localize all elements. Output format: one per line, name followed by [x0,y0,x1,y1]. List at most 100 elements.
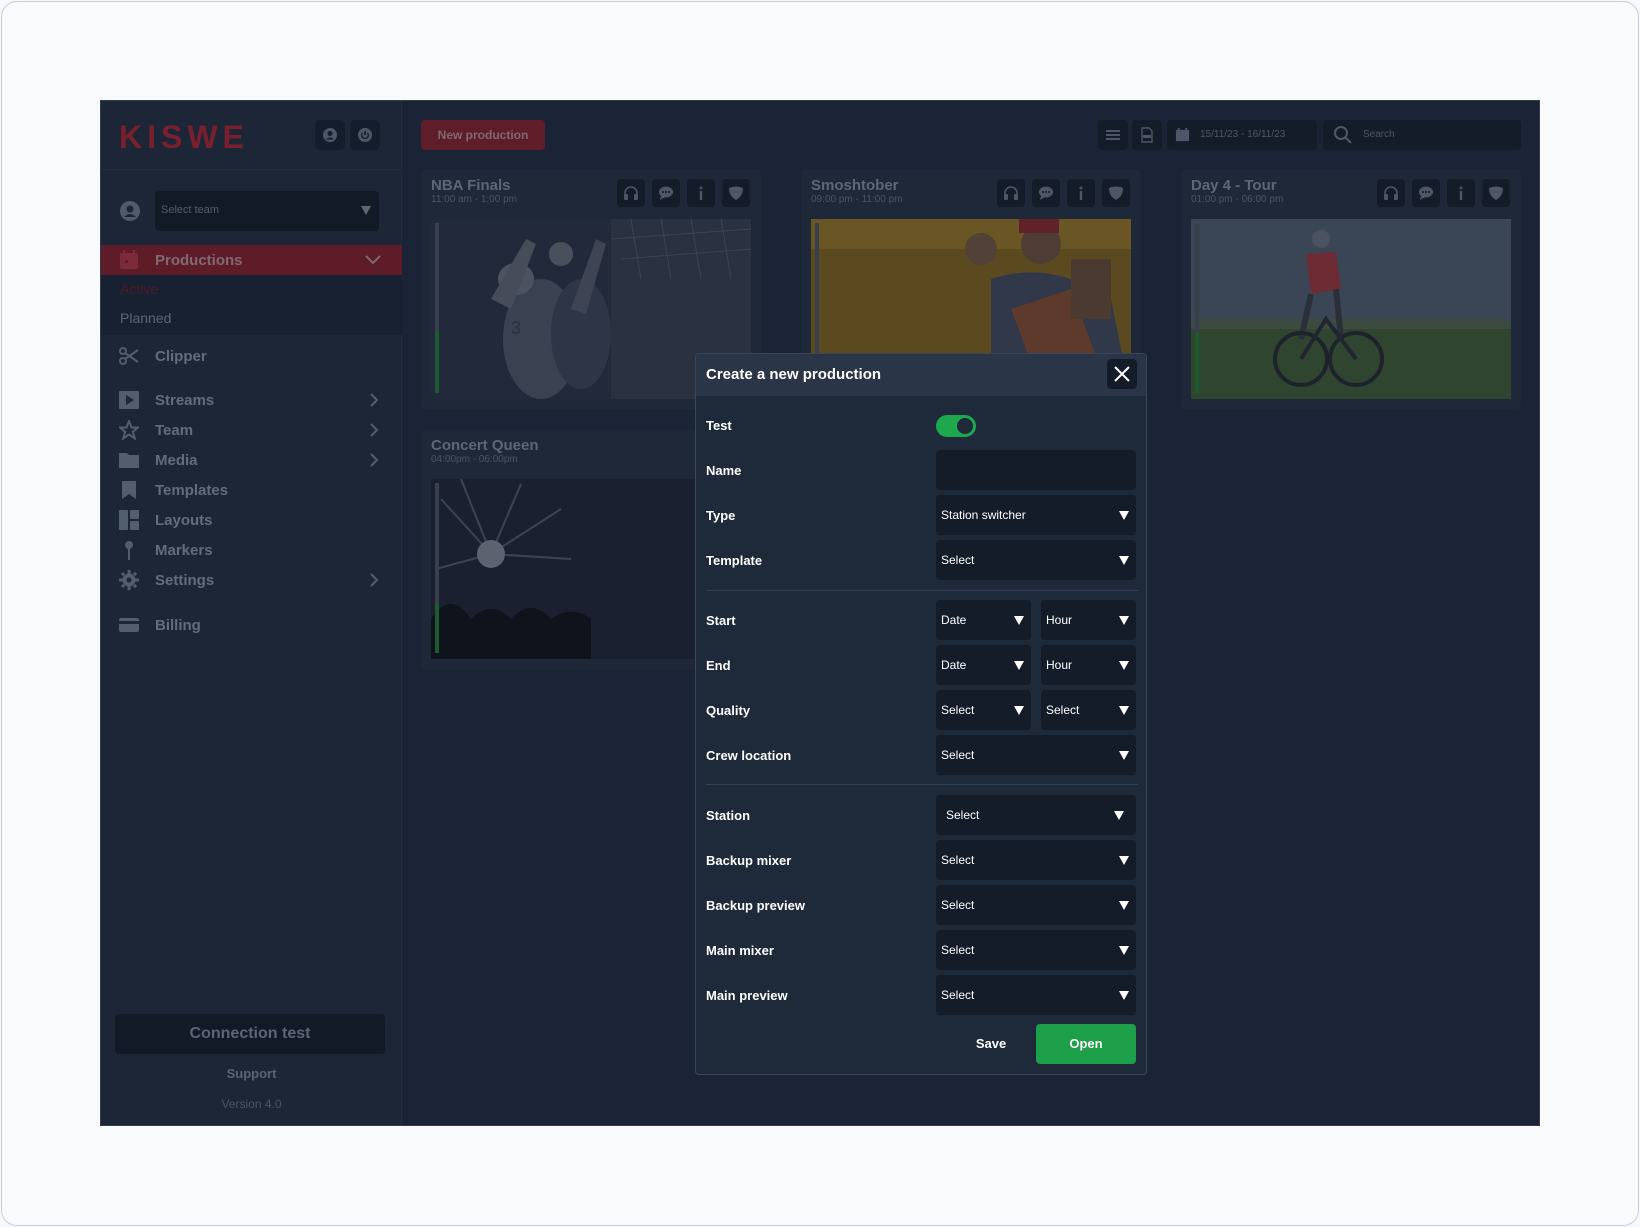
productions-label-row: Productions [119,248,243,272]
audio-meter [1195,223,1199,393]
type-select[interactable]: Station switcher [936,495,1136,535]
sidebar-subitem-active[interactable]: Active [120,281,158,297]
date-range-value: 15/11/23 - 16/11/23 [1200,129,1286,140]
settings-label: Settings [155,571,215,589]
favorite-button[interactable] [722,179,750,207]
chevron-right-icon [370,423,379,437]
close-icon [1114,366,1130,382]
quality-select-1[interactable]: Select [936,690,1031,730]
support-link[interactable]: Support [101,1066,402,1081]
production-card[interactable]: Day 4 - Tour 01:00 pm - 06:00 pm [1181,169,1521,409]
profile-button[interactable] [315,120,345,150]
sidebar-item-templates[interactable]: Templates [119,478,228,502]
station-value: Select [946,808,980,822]
version-label: Version 4.0 [221,1097,282,1111]
svg-text:3: 3 [511,318,521,338]
station-label: Station [706,808,751,823]
sidebar-item-clipper[interactable]: Clipper [119,344,207,368]
sidebar-item-media[interactable]: Media [119,448,198,472]
chevron-down-icon [1119,511,1129,520]
main-preview-select[interactable]: Select [936,975,1136,1015]
card-icon [119,615,139,635]
chevron-down-icon [1119,991,1129,1000]
info-icon [1459,186,1463,200]
chevron-right-icon [370,453,379,467]
bookmark-icon [119,480,139,500]
station-select[interactable]: Select [936,795,1136,835]
crew-location-select[interactable]: Select [936,735,1136,775]
sidebar-item-markers[interactable]: Markers [119,538,213,562]
sidebar-item-streams[interactable]: Streams [119,388,214,412]
info-button[interactable] [687,179,715,207]
close-button[interactable] [1107,359,1137,389]
chevron-down-icon [1119,856,1129,865]
connection-test-button[interactable]: Connection test [115,1014,385,1054]
start-hour-select[interactable]: Hour [1041,600,1136,640]
chevron-down-icon [1119,901,1129,910]
main-preview-label: Main preview [706,988,788,1003]
quality-select-2[interactable]: Select [1041,690,1136,730]
list-view-button[interactable] [1098,120,1128,150]
backup-preview-select[interactable]: Select [936,885,1136,925]
cyclist-image [1191,219,1511,399]
info-button[interactable] [1447,179,1475,207]
sidebar-item-settings[interactable]: Settings [119,568,214,592]
kiswe-logo: KISWE [119,119,249,155]
info-icon [699,186,703,200]
logout-button[interactable] [350,120,380,150]
chevron-down-icon [1119,661,1129,670]
template-select[interactable]: Select [936,540,1136,580]
sidebar-item-billing[interactable]: Billing [119,613,201,637]
layout-icon [119,510,139,530]
chevron-right-icon [370,573,379,587]
save-button[interactable]: Save [961,1024,1021,1064]
start-label: Start [706,613,736,628]
productions-label: Productions [155,251,243,269]
card-time: 11:00 am - 1:00 pm [431,194,517,205]
card-time: 04:00pm - 06:00pm [431,454,518,465]
open-button[interactable]: Open [1036,1024,1136,1064]
chevron-right-icon [370,393,379,407]
chat-button[interactable] [1412,179,1440,207]
backup-mixer-value: Select [941,853,975,867]
divider [706,590,1138,591]
end-date-select[interactable]: Date [936,645,1031,685]
template-label: Template [706,553,763,568]
favorite-button[interactable] [1102,179,1130,207]
chevron-down-icon [365,255,381,265]
end-hour-select[interactable]: Hour [1041,645,1136,685]
create-production-modal: Create a new production Test Name Type S… [695,353,1147,1075]
modal-header: Create a new production [696,354,1146,396]
audio-button[interactable] [997,179,1025,207]
backup-preview-label: Backup preview [706,898,805,913]
headphones-icon [624,186,638,200]
audio-button[interactable] [617,179,645,207]
main-mixer-select[interactable]: Select [936,930,1136,970]
favorite-button[interactable] [1482,179,1510,207]
sidebar-item-team[interactable]: Team [119,418,193,442]
team-label: Team [155,421,194,439]
calendar-icon [119,250,139,270]
new-production-button[interactable]: New production [421,120,545,150]
select-team-dropdown[interactable]: Select team [155,191,379,231]
card-time: 09:00 pm - 11:00 pm [811,194,903,205]
test-toggle[interactable] [936,415,976,437]
sidebar-subitem-planned[interactable]: Planned [120,310,171,326]
backup-mixer-select[interactable]: Select [936,840,1136,880]
audio-button[interactable] [1377,179,1405,207]
chat-button[interactable] [1032,179,1060,207]
date-range-picker[interactable]: 15/11/23 - 16/11/23 [1167,120,1317,150]
scissors-icon [119,346,139,366]
crew-location-value: Select [941,748,975,762]
search-input[interactable]: Search [1323,120,1521,150]
export-csv-button[interactable] [1132,120,1162,150]
info-button[interactable] [1067,179,1095,207]
sidebar: KISWE Select team Productions Active Pla… [101,101,402,1125]
name-input[interactable] [936,450,1136,490]
chat-button[interactable] [652,179,680,207]
chevron-down-icon [1114,811,1124,820]
shield-icon [1109,186,1123,200]
sidebar-item-layouts[interactable]: Layouts [119,508,213,532]
team-selector-row: Select team [119,191,384,231]
start-date-select[interactable]: Date [936,600,1031,640]
